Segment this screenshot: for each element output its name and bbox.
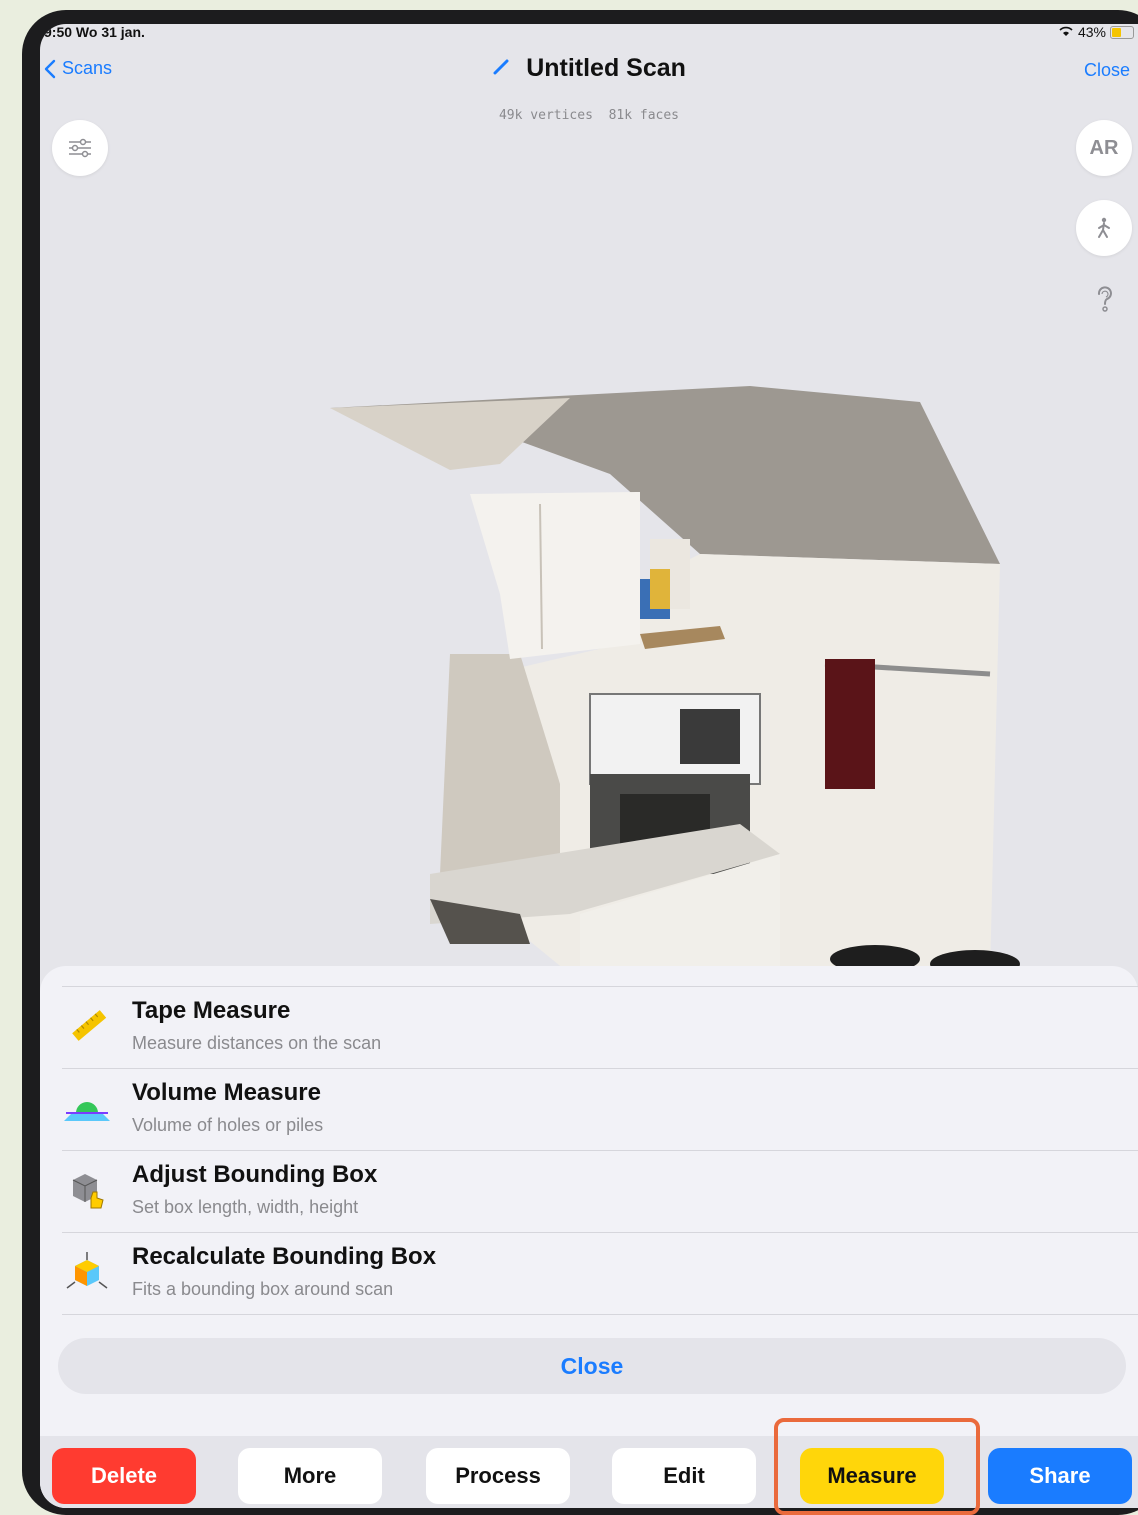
mesh-stats: 49k vertices 81k faces <box>40 108 1138 123</box>
filter-button[interactable] <box>52 120 108 176</box>
measure-menu: Tape Measure Measure distances on the sc… <box>62 986 1138 1315</box>
help-button[interactable] <box>1094 286 1116 321</box>
wifi-icon <box>1058 24 1074 40</box>
menu-item-subtitle: Measure distances on the scan <box>132 1033 382 1053</box>
more-button[interactable]: More <box>238 1448 382 1504</box>
walk-button[interactable] <box>1076 200 1132 256</box>
delete-button[interactable]: Delete <box>52 1448 196 1504</box>
walk-icon <box>1098 217 1110 238</box>
battery-icon <box>1110 25 1134 39</box>
menu-item-title: Recalculate Bounding Box <box>132 1243 437 1270</box>
battery-percent: 43% <box>1077 24 1106 40</box>
ar-button[interactable]: AR <box>1076 120 1132 176</box>
process-button[interactable]: Process <box>426 1448 570 1504</box>
edit-button[interactable]: Edit <box>612 1448 756 1504</box>
pencil-icon <box>492 56 516 81</box>
sliders-icon <box>69 138 91 158</box>
menu-item-title: Adjust Bounding Box <box>132 1161 378 1188</box>
cube-hand-icon <box>62 1165 112 1215</box>
menu-item-subtitle: Volume of holes or piles <box>132 1115 324 1135</box>
scan-mesh-image <box>330 386 1020 978</box>
title-text: Untitled Scan <box>526 54 686 82</box>
help-icon <box>1094 286 1116 320</box>
scan-title[interactable]: Untitled Scan <box>40 54 1138 83</box>
status-time: 9:50 Wo 31 jan. <box>44 24 145 40</box>
app-screen: 9:50 Wo 31 jan. 43% Scans Untitled Scan … <box>40 24 1138 1508</box>
menu-item-recalculate-bounding-box[interactable]: Recalculate Bounding Box Fits a bounding… <box>62 1232 1138 1315</box>
menu-item-title: Volume Measure <box>132 1079 321 1106</box>
cube-axes-icon <box>62 1247 112 1297</box>
menu-item-subtitle: Set box length, width, height <box>132 1197 359 1217</box>
menu-item-adjust-bounding-box[interactable]: Adjust Bounding Box Set box length, widt… <box>62 1150 1138 1232</box>
volume-icon <box>62 1083 112 1133</box>
measure-highlight-outline <box>774 1418 980 1515</box>
menu-item-volume-measure[interactable]: Volume Measure Volume of holes or piles <box>62 1068 1138 1150</box>
sheet-close-button[interactable]: Close <box>58 1338 1126 1394</box>
menu-item-title: Tape Measure <box>132 997 291 1024</box>
ruler-icon <box>62 1001 112 1051</box>
menu-item-tape-measure[interactable]: Tape Measure Measure distances on the sc… <box>62 986 1138 1068</box>
faces-count: 81k faces <box>608 108 680 123</box>
share-button[interactable]: Share <box>988 1448 1132 1504</box>
vertices-count: 49k vertices <box>498 108 593 123</box>
nav-close-button[interactable]: Close <box>1084 60 1130 81</box>
menu-item-subtitle: Fits a bounding box around scan <box>132 1279 394 1299</box>
status-right: 43% <box>1058 24 1134 40</box>
scan-3d-model[interactable] <box>320 354 1020 978</box>
